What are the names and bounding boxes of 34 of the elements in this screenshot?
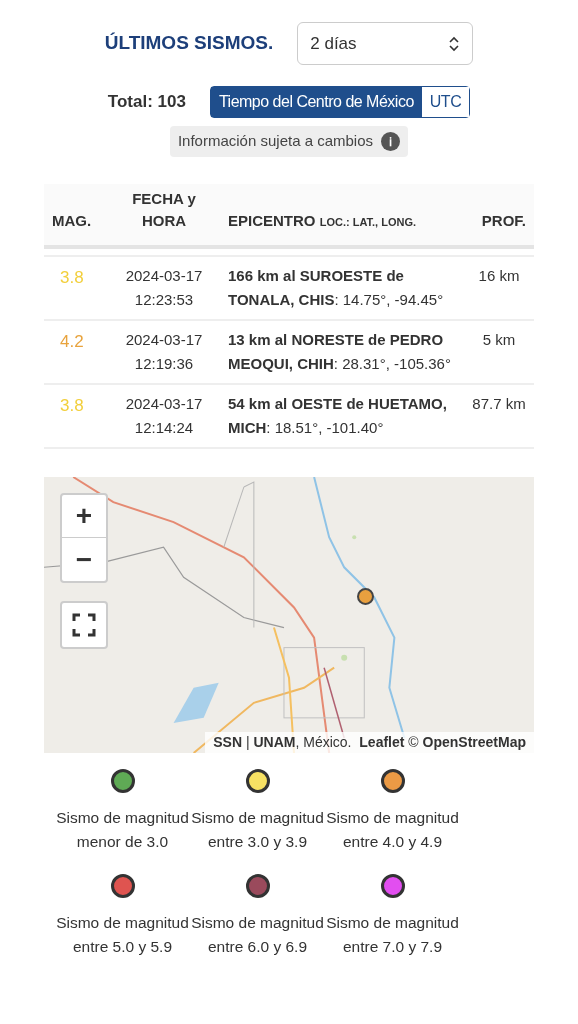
- zoom-out-button[interactable]: −: [62, 538, 106, 581]
- depth-value: 87.7 km: [471, 394, 527, 414]
- legend-label: Sismo de magnitud menor de 3.0: [55, 808, 190, 852]
- epicenter-text: 166 km al SUROESTE de TONALA, CHIS: 14.75°, -94.45°: [227, 266, 445, 310]
- legend-label: Sismo de magnitud entre 7.0 y 7.9: [325, 913, 460, 957]
- zoom-in-button[interactable]: +: [62, 495, 106, 538]
- epicenter-text: 54 km al OESTE de HUETAMO, MICH: 18.51°, -101.40°: [227, 394, 448, 438]
- legend-label: Sismo de magnitud entre 3.0 y 3.9: [190, 808, 325, 852]
- legend-label: Sismo de magnitud entre 6.0 y 6.9: [190, 913, 325, 957]
- magnitude-value: 4.2: [59, 331, 85, 353]
- column-header: PROF.: [480, 210, 527, 231]
- time-zone-tab[interactable]: Tiempo del Centro de México: [210, 87, 422, 117]
- epicenter-text: 13 km al NORESTE de PEDRO MEOQUI, CHIH: 28.31°, -105.36°: [227, 330, 452, 374]
- depth-value: 16 km: [477, 266, 521, 286]
- date-time: 2024-03-17 12:23:53: [124, 266, 204, 310]
- total-count: Total: 103: [107, 91, 186, 114]
- legend-label: Sismo de magnitud entre 5.0 y 5.9: [55, 913, 190, 957]
- period-select[interactable]: 2 días: [297, 22, 474, 65]
- fullscreen-button[interactable]: [60, 601, 108, 649]
- info-icon: ℹ: [381, 132, 401, 151]
- chevron-icon: [448, 35, 461, 52]
- magnitude-value: 3.8: [59, 267, 85, 289]
- page-title: ÚLTIMOS SISMOS.: [104, 31, 274, 56]
- column-header: MAG.: [51, 210, 93, 231]
- date-time: 2024-03-17 12:14:24: [124, 394, 204, 438]
- depth-value: 5 km: [481, 330, 517, 350]
- notice-badge: Información sujeta a cambios ℹ: [169, 126, 409, 157]
- column-header: EPICENTRO LOC.: LAT., LONG.: [227, 210, 418, 231]
- fullscreen-icon: [72, 613, 96, 637]
- column-header: FECHA y HORA: [131, 189, 197, 231]
- legend-label: Sismo de magnitud entre 4.0 y 4.9: [325, 808, 460, 852]
- date-time: 2024-03-17 12:19:36: [124, 330, 204, 374]
- map-attribution: SSN | UNAM, México. Leaflet © OpenStreetMap: [205, 732, 534, 753]
- magnitude-value: 3.8: [59, 395, 85, 417]
